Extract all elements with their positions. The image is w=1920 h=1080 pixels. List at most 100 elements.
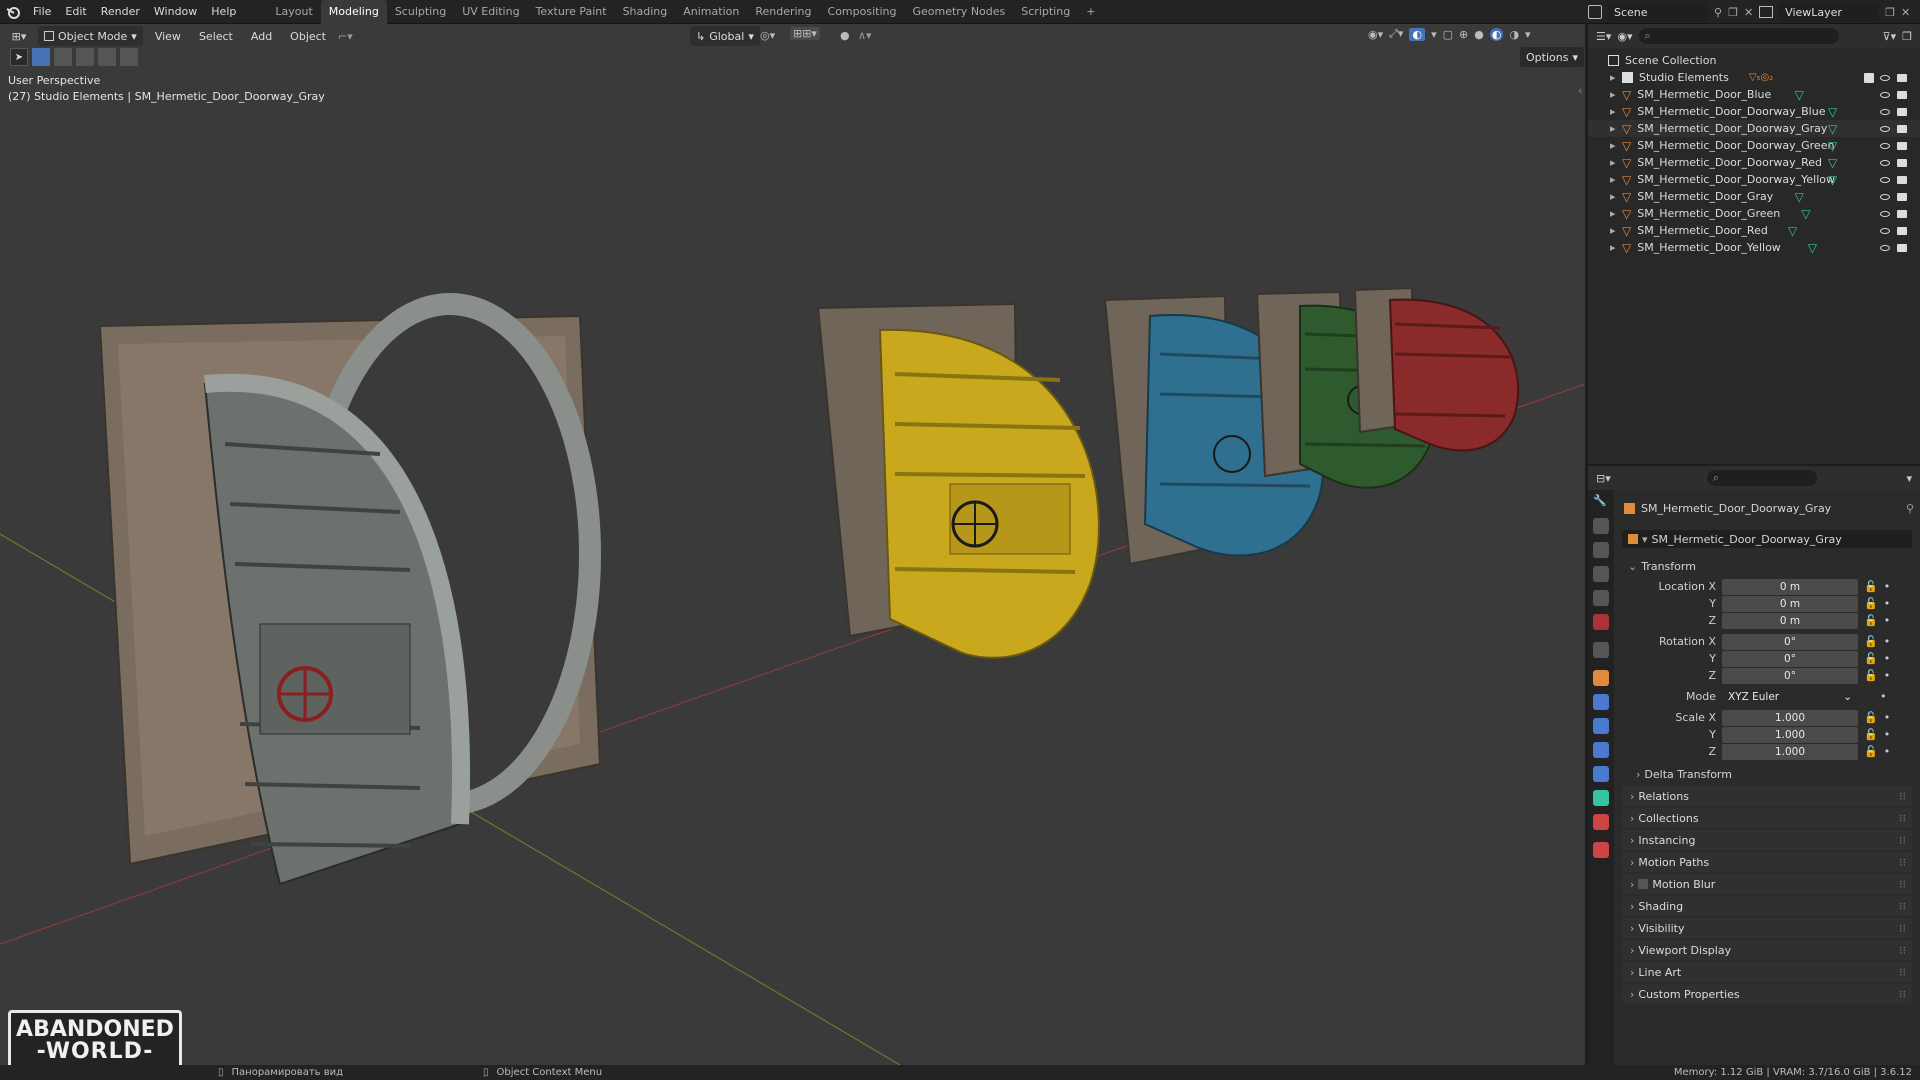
keyframe-dot-icon[interactable]: • [1884, 711, 1891, 724]
tab-rendering[interactable]: Rendering [747, 0, 819, 24]
pin-icon[interactable]: ⚲ [1906, 502, 1914, 515]
menu-add[interactable]: Add [245, 30, 278, 43]
eye-icon[interactable] [1880, 108, 1890, 115]
transform-panel-header[interactable]: ⌄ Transform [1628, 558, 1696, 575]
3d-viewport[interactable]: ⊞▾ Object Mode ▾ View Select Add Object … [0, 24, 1585, 1065]
blender-logo-icon[interactable] [0, 0, 26, 24]
camera-icon[interactable] [1897, 209, 1907, 218]
snap-icon[interactable]: ⊞⊞▾ [790, 27, 820, 40]
collections-panel[interactable]: › Collections ⁝⁝ [1622, 808, 1912, 828]
mesh-data-icon[interactable]: ▽ [1828, 105, 1837, 119]
camera-icon[interactable] [1897, 90, 1907, 99]
lock-icon[interactable]: 🔓 [1864, 669, 1878, 682]
world-tab-icon[interactable] [1593, 614, 1609, 630]
scene-tab-icon[interactable] [1593, 590, 1609, 606]
eye-icon[interactable] [1880, 91, 1890, 98]
outliner-item[interactable]: ▸ ▽ SM_Hermetic_Door_Gray ▽ [1588, 188, 1920, 205]
keyframe-dot-icon[interactable]: • [1884, 728, 1891, 741]
tab-uv-editing[interactable]: UV Editing [454, 0, 527, 24]
viewlayer-selector[interactable]: ViewLayer [1779, 2, 1880, 22]
outliner-item[interactable]: ▸ ▽ SM_Hermetic_Door_Doorway_Gray ▽ [1588, 120, 1920, 137]
eye-icon[interactable] [1880, 159, 1890, 166]
outliner-item[interactable]: ▸ ▽ SM_Hermetic_Door_Blue ▽ [1588, 86, 1920, 103]
scale-y-field[interactable]: 1.000 [1722, 726, 1858, 743]
eye-icon[interactable] [1880, 74, 1890, 81]
eye-icon[interactable] [1880, 227, 1890, 234]
eye-icon[interactable] [1880, 176, 1890, 183]
eye-icon[interactable] [1880, 142, 1890, 149]
custom-properties-panel[interactable]: › Custom Properties ⁝⁝ [1622, 984, 1912, 1004]
menu-render[interactable]: Render [94, 0, 147, 24]
camera-icon[interactable] [1897, 192, 1907, 201]
tab-geometry-nodes[interactable]: Geometry Nodes [904, 0, 1013, 24]
outliner-item[interactable]: ▸ ▽ SM_Hermetic_Door_Doorway_Green ▽ [1588, 137, 1920, 154]
lock-icon[interactable]: 🔓 [1864, 614, 1878, 627]
pin-icon[interactable]: ⚲ [1714, 6, 1722, 19]
mesh-data-icon[interactable]: ▽ [1828, 173, 1837, 187]
tool-tab-icon[interactable]: 🔧 [1593, 494, 1609, 510]
scale-x-field[interactable]: 1.000 [1722, 709, 1858, 726]
camera-icon[interactable] [1897, 124, 1907, 133]
select-extend-icon[interactable] [54, 48, 72, 66]
collection-row[interactable]: ▸ Studio Elements ▽₅◎₂ [1588, 69, 1920, 86]
constraints-tab-icon[interactable] [1593, 766, 1609, 782]
camera-icon[interactable] [1897, 226, 1907, 235]
camera-icon[interactable] [1897, 175, 1907, 184]
expand-arrow-icon[interactable]: ▸ [1610, 139, 1620, 152]
object-name-field[interactable]: ▾ SM_Hermetic_Door_Doorway_Gray [1622, 530, 1912, 548]
add-workspace-button[interactable]: + [1078, 0, 1103, 24]
wireframe-shading-icon[interactable]: ⊕ [1459, 28, 1468, 41]
keyframe-dot-icon[interactable]: • [1884, 669, 1891, 682]
properties-editor-icon[interactable]: ⊟▾ [1596, 472, 1611, 485]
lock-icon[interactable]: 🔓 [1864, 728, 1878, 741]
tab-shading[interactable]: Shading [615, 0, 676, 24]
keyframe-dot-icon[interactable]: • [1884, 745, 1891, 758]
menu-file[interactable]: File [26, 0, 58, 24]
mesh-data-icon[interactable]: ▽ [1801, 207, 1810, 221]
tab-compositing[interactable]: Compositing [820, 0, 905, 24]
eye-icon[interactable] [1880, 193, 1890, 200]
eye-icon[interactable] [1880, 210, 1890, 217]
expand-arrow-icon[interactable]: ▸ [1610, 224, 1620, 237]
rotation-x-field[interactable]: 0° [1722, 633, 1858, 650]
camera-icon[interactable] [1897, 158, 1907, 167]
object-tab-icon[interactable] [1593, 670, 1609, 686]
camera-icon[interactable] [1897, 243, 1907, 252]
drag-handle-icon[interactable]: ⁝⁝ [1899, 988, 1906, 1001]
tab-modeling[interactable]: Modeling [320, 0, 387, 24]
options-dropdown[interactable]: Options ▾ [1520, 47, 1584, 67]
outliner-search-input[interactable]: ⌕ [1638, 28, 1839, 44]
drag-handle-icon[interactable]: ⁝⁝ [1899, 856, 1906, 869]
scene-selector[interactable]: Scene [1608, 2, 1708, 22]
eye-icon[interactable] [1880, 244, 1890, 251]
expand-arrow-icon[interactable]: ▸ [1610, 105, 1620, 118]
keyframe-dot-icon[interactable]: • [1884, 652, 1891, 665]
drag-handle-icon[interactable]: ⁝⁝ [1899, 812, 1906, 825]
scene-collection-row[interactable]: Scene Collection [1588, 52, 1920, 69]
physics-tab-icon[interactable] [1593, 742, 1609, 758]
expand-arrow-icon[interactable]: ▸ [1610, 241, 1620, 254]
outliner-item[interactable]: ▸ ▽ SM_Hermetic_Door_Doorway_Red ▽ [1588, 154, 1920, 171]
tab-layout[interactable]: Layout [267, 0, 320, 24]
expand-arrow-icon[interactable]: ▸ [1610, 190, 1620, 203]
expand-arrow-icon[interactable]: ▸ [1610, 88, 1620, 101]
outliner-item[interactable]: ▸ ▽ SM_Hermetic_Door_Doorway_Blue ▽ [1588, 103, 1920, 120]
tab-texture-paint[interactable]: Texture Paint [528, 0, 615, 24]
sidebar-toggle-icon[interactable]: ‹ [1578, 84, 1582, 97]
expand-arrow-icon[interactable]: ▸ [1610, 71, 1620, 84]
eye-icon[interactable] [1880, 125, 1890, 132]
properties-search-input[interactable]: ⌕ [1706, 470, 1817, 486]
rendered-shading-icon[interactable]: ◑ [1509, 28, 1519, 41]
visibility-icon[interactable]: ◉▾ [1368, 28, 1383, 41]
drag-handle-icon[interactable]: ⁝⁝ [1899, 966, 1906, 979]
mesh-data-icon[interactable]: ▽ [1795, 88, 1804, 102]
drag-handle-icon[interactable]: ⁝⁝ [1899, 900, 1906, 913]
view-layer-tab-icon[interactable] [1593, 566, 1609, 582]
drag-handle-icon[interactable]: ⁝⁝ [1899, 790, 1906, 803]
render-tab-icon[interactable] [1593, 518, 1609, 534]
outliner-item[interactable]: ▸ ▽ SM_Hermetic_Door_Red ▽ [1588, 222, 1920, 239]
proportional-edit-icon[interactable]: ● [840, 29, 850, 42]
viewlayer-icon[interactable] [1759, 6, 1774, 18]
select-box-icon[interactable] [32, 48, 50, 66]
tab-sculpting[interactable]: Sculpting [387, 0, 454, 24]
